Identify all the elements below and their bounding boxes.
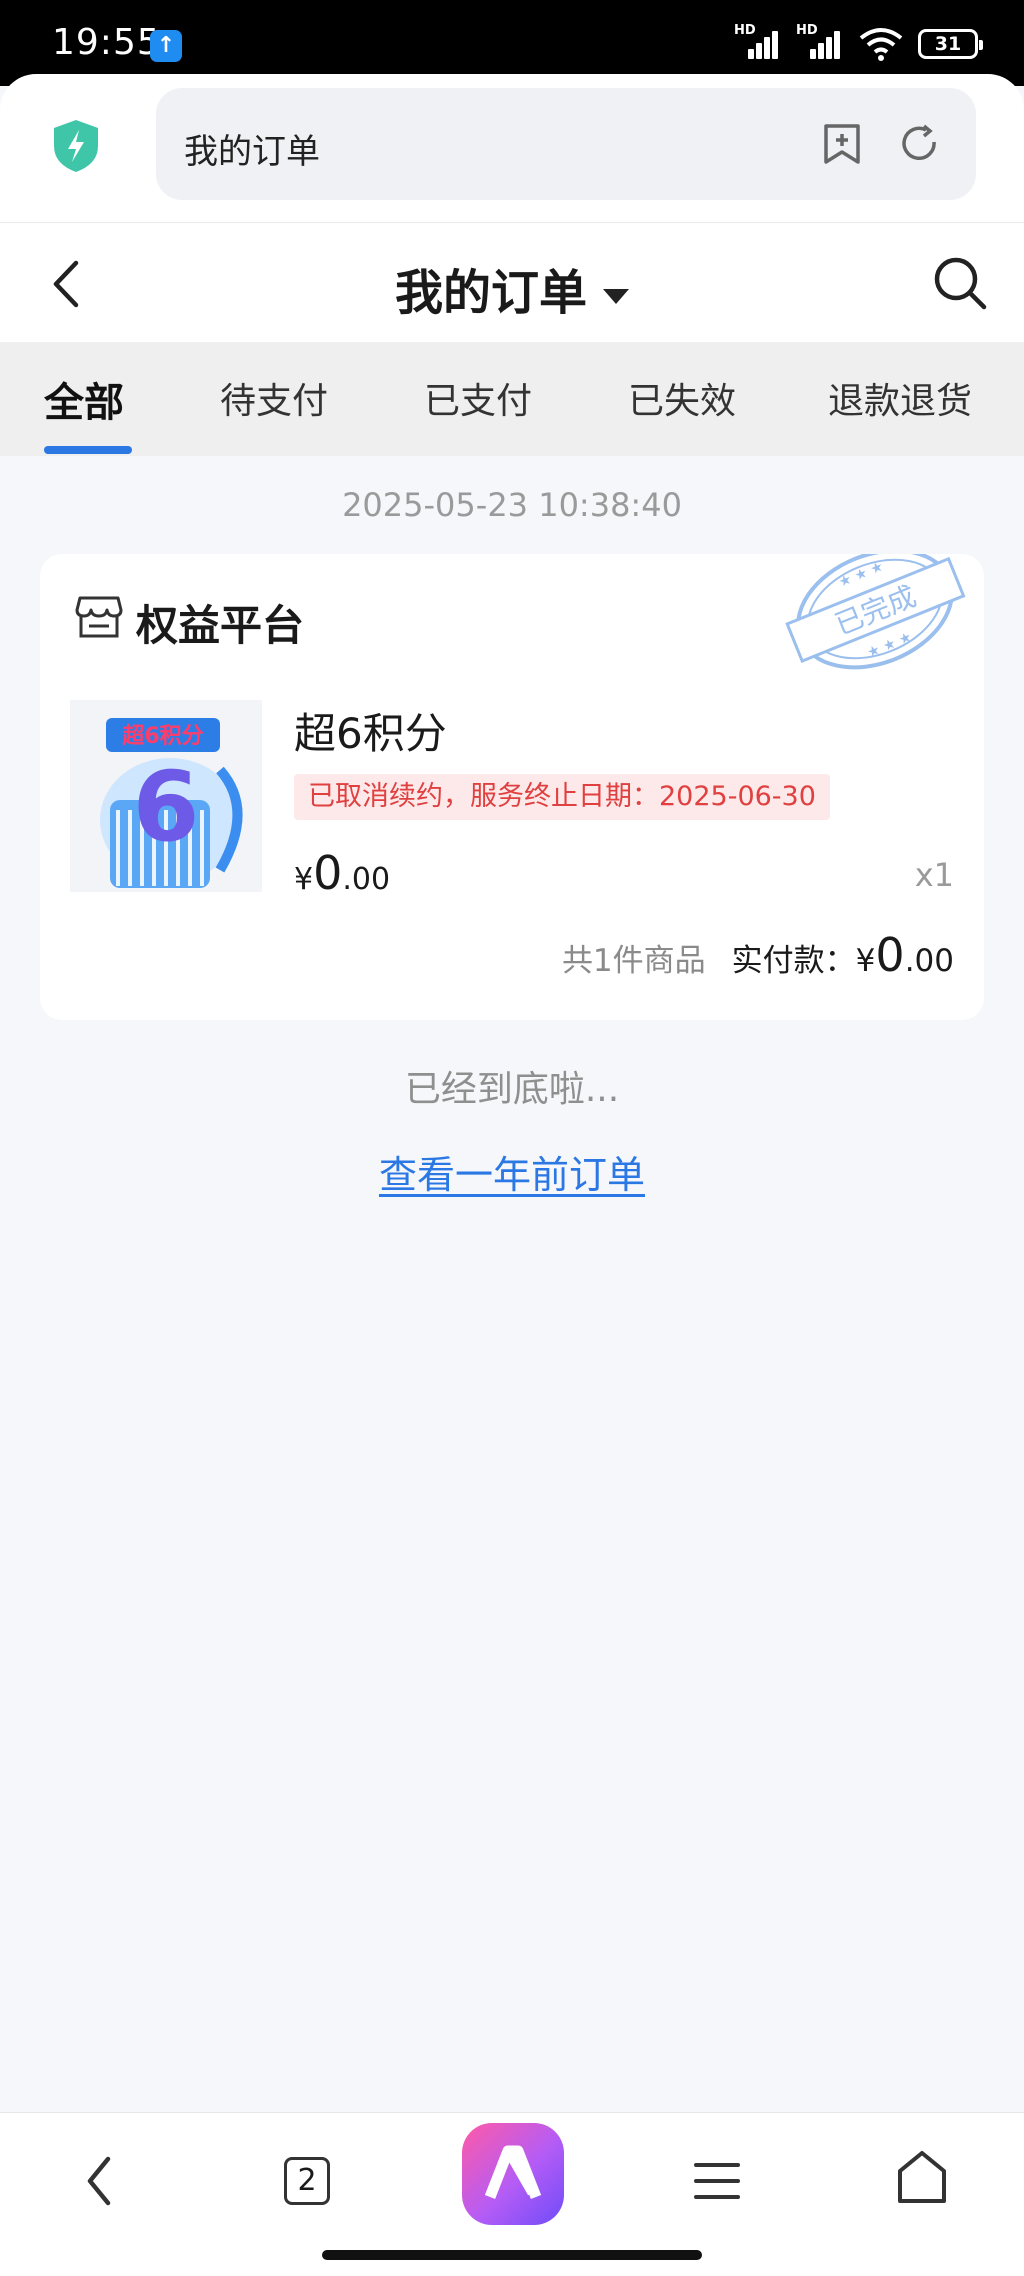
product-image-icon: 超6积分 6 — [70, 700, 262, 892]
product-quantity: x1 — [914, 856, 954, 894]
status-indicators: HD HD 31 — [734, 23, 983, 64]
bookmark-add-icon[interactable] — [820, 122, 864, 166]
home-icon[interactable] — [896, 2149, 948, 2205]
tab-paid[interactable]: 已支付 — [424, 372, 532, 424]
address-bar-text[interactable]: 我的订单 — [184, 124, 320, 173]
search-icon[interactable] — [930, 253, 990, 313]
view-old-orders-link[interactable]: 查看一年前订单 — [0, 1144, 1024, 1199]
status-time: 19:55 — [52, 22, 161, 63]
amount-paid-integer: 0 — [875, 928, 905, 982]
order-card[interactable]: 权益平台 已完成 ★ ★ ★ ★ ★ ★ 超6积分 6 超6积分 已取消续约，服… — [40, 554, 984, 1020]
page-title-text[interactable]: 我的订单 — [395, 265, 587, 321]
price-decimal: .00 — [342, 862, 391, 897]
reload-icon[interactable] — [898, 122, 942, 166]
amount-paid-currency: ¥ — [855, 943, 876, 979]
home-indicator[interactable] — [322, 2250, 702, 2260]
signal-hd-label: HD — [796, 23, 818, 38]
order-timestamp: 2025-05-23 10:38:40 — [342, 486, 682, 524]
tab-refund-return[interactable]: 退款退货 — [828, 372, 972, 424]
product-name[interactable]: 超6积分 — [294, 700, 447, 761]
item-count: 共1件商品 — [561, 943, 706, 979]
menu-icon[interactable] — [694, 2159, 740, 2203]
wifi-icon — [859, 28, 903, 61]
product-price: ¥0.00 — [294, 846, 390, 900]
price-integer: 0 — [313, 846, 343, 900]
page-title[interactable]: 我的订单 — [0, 253, 1024, 323]
completed-stamp-icon: 已完成 ★ ★ ★ ★ ★ ★ — [785, 554, 966, 670]
shield-bolt-icon[interactable] — [50, 118, 102, 174]
store-name[interactable]: 权益平台 — [136, 592, 304, 653]
product-thumb-label: 超6积分 — [122, 724, 203, 749]
page-header: 我的订单 — [0, 222, 1024, 342]
amount-paid-decimal: .00 — [904, 943, 954, 979]
browser-toolbar: 我的订单 — [0, 74, 1024, 222]
product-thumbnail[interactable]: 超6积分 6 — [70, 700, 262, 892]
ai-logo-icon — [484, 2145, 542, 2200]
price-currency: ¥ — [294, 862, 314, 897]
amount-paid-label: 实付款： — [731, 943, 856, 979]
ai-assistant-button[interactable] — [462, 2123, 564, 2225]
product-thumb-digit: 6 — [133, 751, 200, 863]
tabs-count-button[interactable]: 2 — [284, 2157, 330, 2205]
caret-down-icon[interactable] — [603, 288, 629, 304]
tab-all[interactable]: 全部 — [44, 370, 124, 428]
tab-expired[interactable]: 已失效 — [628, 372, 736, 424]
active-tab-indicator — [44, 446, 132, 454]
store-icon — [75, 596, 123, 638]
cancellation-notice: 已取消续约，服务终止日期：2025-06-30 — [294, 774, 830, 820]
upload-icon: ↑ — [150, 30, 182, 62]
signal-icon: HD — [734, 23, 782, 63]
tab-pending-payment[interactable]: 待支付 — [220, 372, 328, 424]
end-of-list-text: 已经到底啦... — [404, 1069, 620, 1110]
order-summary: 共1件商品 实付款：¥0.00 — [562, 928, 954, 982]
battery-indicator: 31 — [918, 29, 983, 59]
address-bar[interactable]: 我的订单 — [156, 88, 976, 200]
amount-paid: 实付款：¥0.00 — [731, 928, 954, 982]
signal-hd-label: HD — [734, 23, 756, 38]
order-status-tabs: 全部 待支付 已支付 已失效 退款退货 — [0, 342, 1024, 456]
back-icon[interactable] — [78, 2153, 122, 2209]
signal-icon: HD — [796, 23, 844, 63]
